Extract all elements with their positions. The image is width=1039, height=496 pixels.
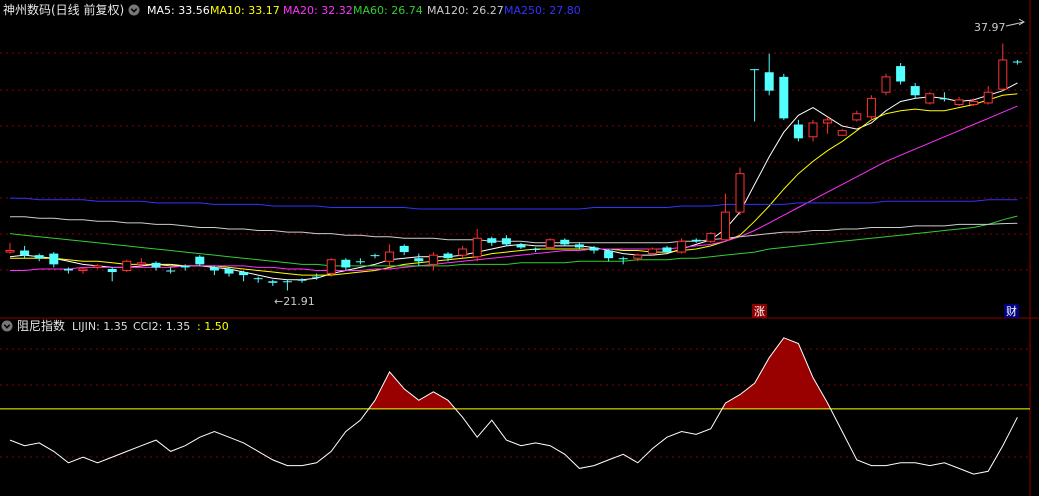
candle-body	[49, 253, 59, 265]
candle-body	[677, 240, 687, 253]
candle-body	[20, 250, 30, 256]
ma120-label: MA120: 26.27	[427, 4, 504, 17]
candle-body	[458, 248, 468, 256]
candle-body	[691, 239, 701, 242]
candle-body	[954, 99, 964, 106]
badge-cai[interactable]: 财	[1004, 304, 1019, 318]
candle-body	[560, 239, 570, 245]
ma60-label: MA60: 26.74	[353, 4, 423, 17]
candle-body	[253, 278, 263, 280]
candle-body	[837, 130, 847, 136]
threshold-label: : 1.50	[197, 320, 229, 333]
candle-body	[925, 93, 935, 104]
candle-body	[487, 238, 497, 243]
candle-body	[428, 254, 438, 265]
candle-body	[399, 245, 409, 253]
candle-body	[1012, 61, 1022, 63]
candle-body	[282, 281, 292, 283]
chart-title: 神州数码(日线 前复权)	[3, 2, 124, 17]
low-price-label: ←21.91	[274, 295, 315, 308]
candle-body	[443, 253, 453, 259]
candle-body	[195, 256, 205, 265]
candle-body	[297, 279, 307, 281]
candle-body	[414, 258, 424, 262]
candle-body	[93, 265, 103, 268]
candle-body	[355, 261, 365, 263]
candle-body	[998, 59, 1008, 90]
candle-body	[180, 265, 190, 268]
candle-body	[604, 250, 614, 259]
candle-body	[764, 72, 774, 91]
candle-body	[793, 124, 803, 139]
candle-body	[151, 262, 161, 268]
candle-body	[34, 255, 44, 259]
candle-body	[122, 260, 132, 272]
indicator-title: 阻尼指数	[17, 318, 65, 333]
candle-body	[574, 244, 584, 248]
ma250-label: MA250: 27.80	[504, 4, 581, 17]
candle-body	[312, 276, 322, 278]
lijin-label: LIJIN: 1.35	[72, 320, 128, 333]
svg-text:财: 财	[1006, 304, 1017, 318]
svg-text:涨: 涨	[754, 305, 765, 318]
candle-body	[370, 255, 380, 257]
candle-body	[823, 119, 833, 124]
candle-body	[341, 259, 351, 268]
candle-body	[268, 281, 278, 283]
candle-body	[808, 122, 818, 138]
candle-body	[63, 268, 73, 271]
high-price-label: 37.97	[974, 21, 1006, 34]
candle-body	[881, 76, 891, 93]
candle-body	[939, 98, 949, 100]
candle-body	[852, 113, 862, 121]
candle-body	[472, 237, 482, 258]
candle-body	[531, 248, 541, 250]
candle-body	[633, 254, 643, 259]
cci2-label: CCI2: 1.35	[133, 320, 190, 333]
candle-body	[326, 259, 336, 275]
candle-body	[969, 100, 979, 106]
candle-body	[589, 247, 599, 251]
candle-body	[779, 76, 789, 119]
ma20-label: MA20: 32.32	[283, 4, 353, 17]
candle-body	[866, 97, 876, 118]
candle-body	[750, 69, 760, 71]
stock-chart[interactable]: 神州数码(日线 前复权) MA5: 33.56 MA10: 33.17 MA20…	[0, 0, 1039, 496]
badge-zhang[interactable]: 涨	[752, 304, 767, 318]
candle-body	[706, 233, 716, 242]
ma10-label: MA10: 33.17	[210, 4, 280, 17]
ma5-label: MA5: 33.56	[147, 4, 210, 17]
candle-body	[662, 247, 672, 253]
candle-body	[720, 211, 730, 241]
candle-body	[239, 272, 249, 276]
candle-body	[545, 239, 555, 248]
indicator-chevron-icon[interactable]	[1, 320, 13, 332]
candle-body	[78, 268, 88, 272]
candle-body	[735, 173, 745, 213]
candle-body	[5, 250, 15, 253]
candle-body	[983, 91, 993, 104]
candle-body	[896, 66, 906, 82]
candle-body	[136, 262, 146, 265]
chevron-down-icon[interactable]	[128, 4, 140, 16]
candle-body	[166, 270, 176, 272]
candle-body	[516, 244, 526, 248]
candle-body	[107, 268, 117, 273]
candle-body	[209, 267, 219, 271]
candle-body	[224, 268, 234, 274]
candle-body	[385, 251, 395, 262]
candle-body	[647, 248, 657, 255]
candle-body	[618, 258, 628, 260]
candle-body	[501, 238, 511, 245]
candle-body	[910, 86, 920, 96]
